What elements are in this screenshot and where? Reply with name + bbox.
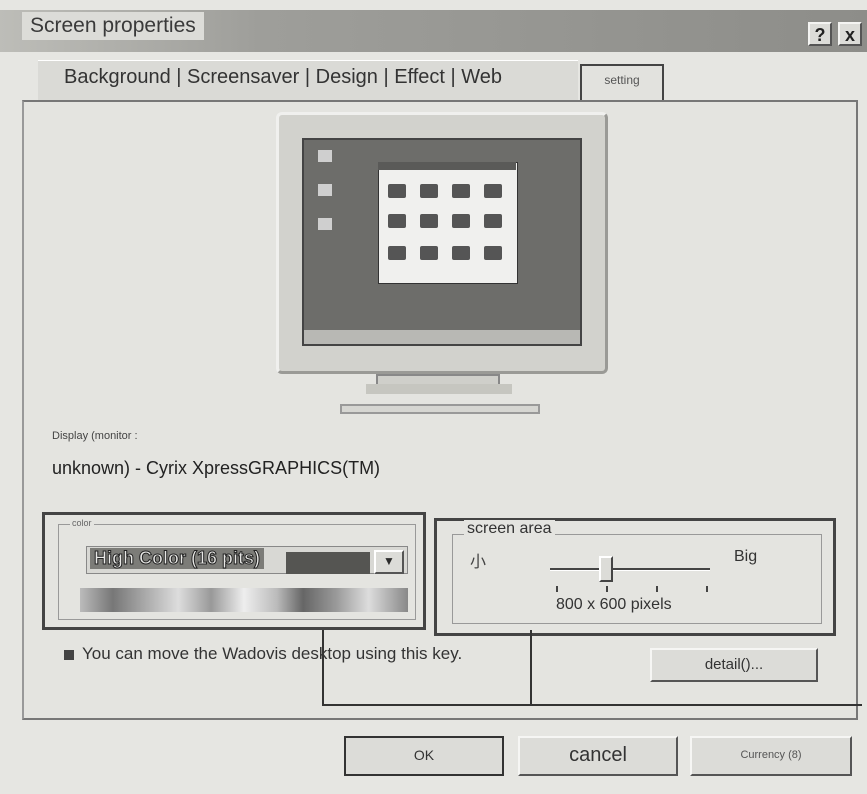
desktop-icon	[318, 150, 332, 162]
close-button[interactable]: x	[838, 22, 862, 46]
app-icon	[452, 184, 470, 198]
resolution-slider-track[interactable]	[550, 568, 710, 571]
app-icon	[388, 214, 406, 228]
cancel-button[interactable]: cancel	[518, 736, 678, 776]
desktop-icon	[318, 218, 332, 230]
tab-setting[interactable]: setting	[580, 64, 664, 102]
slider-tick	[706, 586, 708, 592]
resolution-value: 800 x 600 pixels	[556, 596, 672, 613]
divider	[530, 630, 532, 706]
app-icon	[420, 214, 438, 228]
color-legend: color	[70, 518, 94, 528]
desktop-note: You can move the Wadovis desktop using t…	[82, 644, 463, 663]
monitor-stand	[366, 384, 512, 394]
chevron-down-icon[interactable]: ▼	[374, 550, 404, 574]
help-button[interactable]: ?	[808, 22, 832, 46]
display-label: Display (monitor :	[52, 430, 138, 442]
ok-button[interactable]: OK	[344, 736, 504, 776]
slider-tick	[556, 586, 558, 592]
app-icon	[484, 184, 502, 198]
app-icon	[388, 246, 406, 260]
app-icon	[452, 214, 470, 228]
display-value: unknown) - Cyrix XpressGRAPHICS(TM)	[52, 458, 381, 478]
color-preview-bar	[80, 588, 408, 612]
preview-window-titlebar	[378, 162, 516, 170]
app-icon	[388, 184, 406, 198]
apply-button[interactable]: Currency (8)	[690, 736, 852, 776]
desktop-icon	[318, 184, 332, 196]
color-swatch	[286, 552, 370, 574]
bullet-icon	[64, 650, 74, 660]
app-icon	[452, 246, 470, 260]
window-title: Screen properties	[22, 12, 204, 40]
app-icon	[484, 214, 502, 228]
divider	[322, 630, 324, 706]
slider-min-label: 小	[470, 554, 487, 571]
slider-tick	[656, 586, 658, 592]
color-select-value[interactable]: High Color (16 pits)	[90, 548, 264, 569]
screen-area-legend: screen area	[464, 520, 555, 538]
monitor-base	[340, 404, 540, 414]
resolution-slider-thumb[interactable]	[599, 556, 613, 582]
preview-taskbar	[304, 330, 580, 344]
detail-button[interactable]: detail()...	[650, 648, 818, 682]
app-icon	[484, 246, 502, 260]
tab-labels[interactable]: Background | Screensaver | Design | Effe…	[64, 66, 502, 89]
app-icon	[420, 246, 438, 260]
divider	[322, 704, 862, 706]
slider-max-label: Big	[734, 548, 758, 565]
app-icon	[420, 184, 438, 198]
slider-tick	[606, 586, 608, 592]
